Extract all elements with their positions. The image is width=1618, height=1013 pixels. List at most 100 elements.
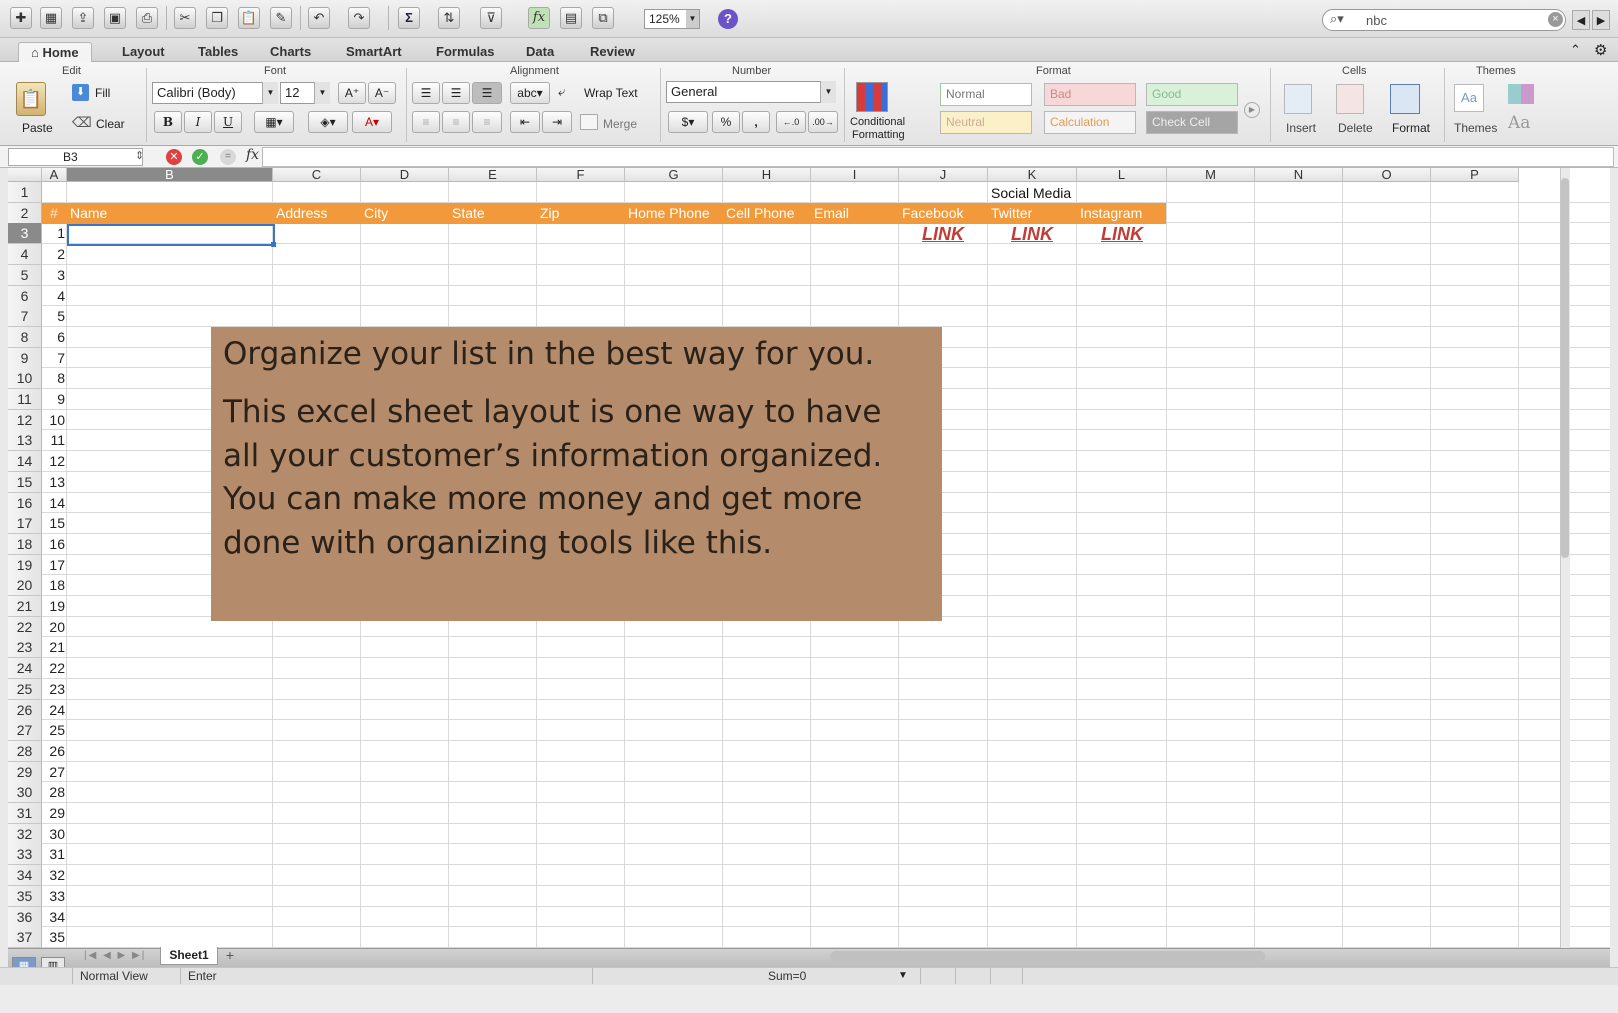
row-number-cell[interactable]: 26 [42,741,65,761]
row-number-cell[interactable]: 2 [42,244,65,264]
template-gallery-icon[interactable]: ▦ [40,7,62,29]
row-number-cell[interactable]: 21 [42,637,65,657]
nav-back-icon[interactable]: ◀ [1572,10,1590,30]
paste-icon[interactable]: 📋 [16,82,46,116]
column-header-h[interactable]: H [723,168,811,182]
horizontal-scroll-thumb[interactable] [830,951,1265,962]
themes-icon[interactable]: Aa [1454,84,1484,112]
conditional-formatting-icon[interactable] [856,82,888,112]
decrease-indent-icon[interactable]: ⇤ [510,111,540,133]
wrap-text-button[interactable]: Wrap Text [584,86,638,100]
row-number-cell[interactable]: 7 [42,348,65,368]
add-sheet-button[interactable]: + [220,947,240,964]
row-number-cell[interactable]: 16 [42,534,65,554]
column-header-m[interactable]: M [1167,168,1255,182]
conditional-formatting-label-1[interactable]: Conditional [850,116,905,128]
row-number-cell[interactable]: 30 [42,824,65,844]
row-header-31[interactable]: 31 [8,803,42,824]
row-number-cell[interactable]: 32 [42,865,65,885]
font-size-dropdown-icon[interactable]: ▼ [314,82,330,104]
header-cell[interactable]: Instagram [1080,203,1142,224]
row-number-cell[interactable]: 14 [42,493,65,513]
row-header-19[interactable]: 19 [8,554,42,576]
align-middle-icon[interactable]: ☰ [442,82,470,104]
confirm-icon[interactable]: ✓ [192,149,208,165]
name-box-stepper-icon[interactable]: ⇕ [135,149,144,162]
row-number-cell[interactable]: 35 [42,927,65,947]
column-header-i[interactable]: I [811,168,899,182]
tab-charts[interactable]: Charts [258,42,323,62]
comma-button[interactable]: , [742,111,770,133]
column-header-o[interactable]: O [1343,168,1431,182]
gear-icon[interactable]: ⚙ [1594,41,1607,59]
merge-button[interactable]: Merge [603,117,637,131]
paste-icon[interactable]: 📋 [238,7,260,29]
currency-icon[interactable]: $▾ [668,111,708,133]
row-header-1[interactable]: 1 [8,182,42,203]
italic-button[interactable]: I [184,111,212,133]
tab-data[interactable]: Data [514,42,566,62]
align-center-icon[interactable]: ≡ [442,111,470,133]
style-neutral[interactable]: Neutral [940,111,1032,134]
cut-icon[interactable]: ✂ [174,7,196,29]
fx-icon[interactable]: fx [246,147,259,163]
row-header-14[interactable]: 14 [8,451,42,473]
theme-fonts-icon[interactable]: Aa [1508,113,1530,133]
row-header-18[interactable]: 18 [8,533,42,555]
row-header-20[interactable]: 20 [8,575,42,597]
row-header-23[interactable]: 23 [8,637,42,659]
formula-builder-icon[interactable]: fx [528,7,550,29]
row-header-5[interactable]: 5 [8,264,42,286]
row-number-cell[interactable]: 17 [42,555,65,575]
theme-colors-icon[interactable] [1508,84,1534,104]
row-number-cell[interactable]: 34 [42,907,65,927]
insert-function-icon[interactable]: = [220,149,236,165]
delete-cells-icon[interactable] [1336,84,1364,114]
row-header-9[interactable]: 9 [8,347,42,369]
row-header-29[interactable]: 29 [8,761,42,783]
row-number-cell[interactable]: 19 [42,596,65,616]
select-all-corner[interactable] [8,168,42,182]
row-header-32[interactable]: 32 [8,823,42,845]
row-number-cell[interactable]: 18 [42,575,65,595]
row-number-cell[interactable]: 24 [42,700,65,720]
sheet-tab-sheet1[interactable]: Sheet1 [160,947,218,965]
align-left-icon[interactable]: ≡ [412,111,440,133]
open-icon[interactable]: ⇪ [72,7,94,29]
toolbox-icon[interactable]: ⧉ [592,7,614,29]
themes-button[interactable]: Themes [1454,121,1497,135]
vertical-scroll-thumb[interactable] [1561,178,1569,558]
row-header-35[interactable]: 35 [8,885,42,907]
row-header-24[interactable]: 24 [8,658,42,680]
row-header-34[interactable]: 34 [8,865,42,887]
style-check-cell[interactable]: Check Cell [1146,111,1238,134]
row-header-15[interactable]: 15 [8,471,42,493]
align-top-icon[interactable]: ☰ [412,82,440,104]
row-header-11[interactable]: 11 [8,389,42,410]
row-header-16[interactable]: 16 [8,492,42,514]
format-button[interactable]: Format [1392,121,1430,135]
row-header-37[interactable]: 37 [8,927,42,948]
align-right-icon[interactable]: ≡ [472,111,502,133]
row-number-cell[interactable]: 27 [42,762,65,782]
row-number-cell[interactable]: 3 [42,265,65,285]
fill-button[interactable]: Fill [95,86,110,100]
search-input[interactable] [1366,12,1536,29]
font-name-select[interactable]: Calibri (Body) [152,82,278,104]
row-number-cell[interactable]: 31 [42,844,65,864]
nav-forward-icon[interactable]: ▶ [1592,10,1610,30]
style-calculation[interactable]: Calculation [1044,111,1136,134]
filter-icon[interactable]: ⊽ [480,7,502,29]
column-header-p[interactable]: P [1431,168,1519,182]
header-cell[interactable]: Twitter [991,203,1032,224]
header-cell[interactable]: Address [276,203,327,224]
row-header-25[interactable]: 25 [8,678,42,700]
row-number-cell[interactable]: 11 [42,430,65,450]
column-header-j[interactable]: J [899,168,988,182]
cancel-icon[interactable]: ✕ [166,149,182,165]
eraser-icon[interactable]: ⌫ [72,114,92,131]
row-header-33[interactable]: 33 [8,844,42,866]
autosum-icon[interactable]: Σ [398,7,420,29]
column-header-b[interactable]: B [67,168,273,182]
row-header-2[interactable]: 2 [8,202,42,224]
